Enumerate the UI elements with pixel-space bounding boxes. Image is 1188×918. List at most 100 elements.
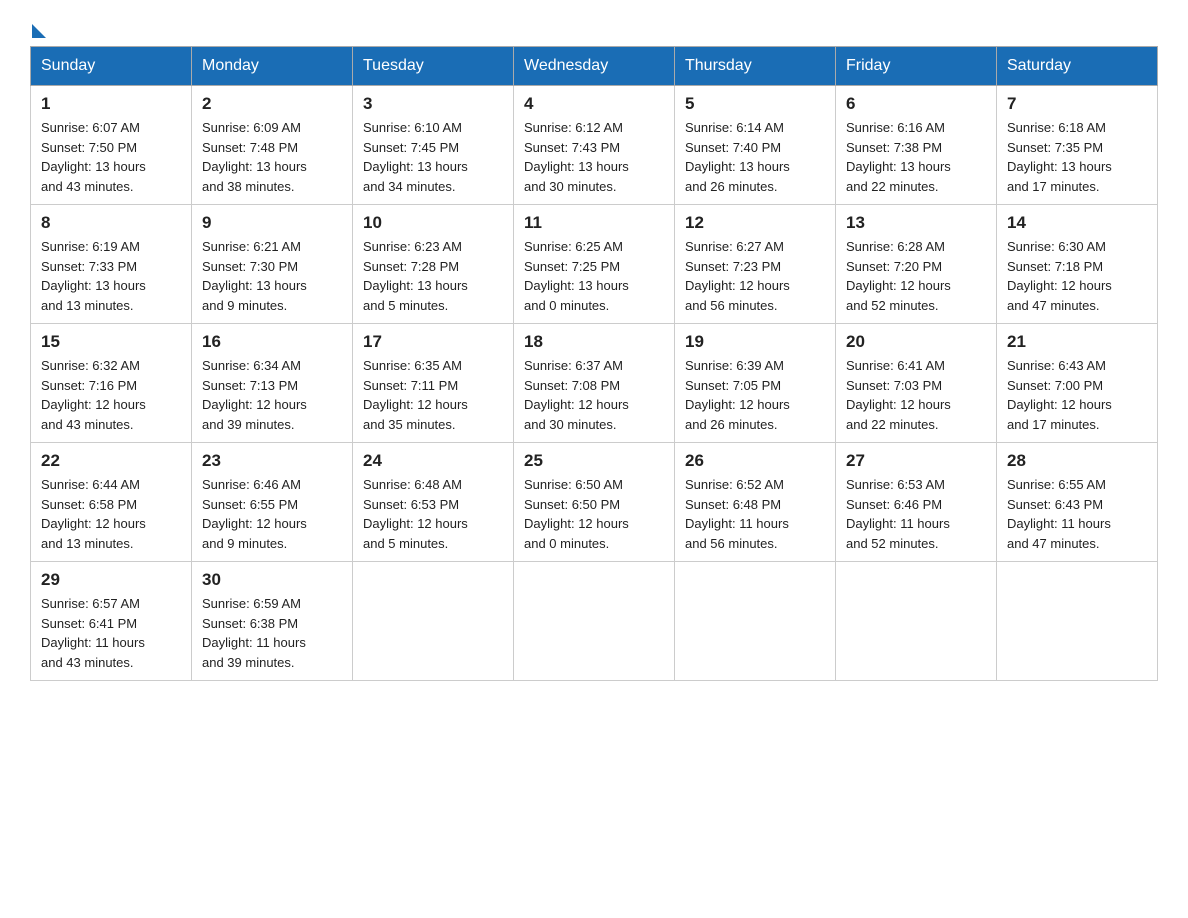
day-info: Sunrise: 6:48 AMSunset: 6:53 PMDaylight:… [363,477,468,551]
day-cell: 17 Sunrise: 6:35 AMSunset: 7:11 PMDaylig… [353,324,514,443]
day-number: 13 [846,213,986,233]
day-number: 9 [202,213,342,233]
day-cell: 2 Sunrise: 6:09 AMSunset: 7:48 PMDayligh… [192,86,353,205]
day-cell: 5 Sunrise: 6:14 AMSunset: 7:40 PMDayligh… [675,86,836,205]
day-cell: 4 Sunrise: 6:12 AMSunset: 7:43 PMDayligh… [514,86,675,205]
day-info: Sunrise: 6:09 AMSunset: 7:48 PMDaylight:… [202,120,307,194]
day-number: 14 [1007,213,1147,233]
day-cell: 28 Sunrise: 6:55 AMSunset: 6:43 PMDaylig… [997,443,1158,562]
column-header-wednesday: Wednesday [514,47,675,86]
calendar-table: SundayMondayTuesdayWednesdayThursdayFrid… [30,46,1158,681]
day-number: 15 [41,332,181,352]
column-header-saturday: Saturday [997,47,1158,86]
day-number: 27 [846,451,986,471]
day-cell [353,562,514,681]
day-number: 22 [41,451,181,471]
day-cell: 20 Sunrise: 6:41 AMSunset: 7:03 PMDaylig… [836,324,997,443]
week-row-3: 15 Sunrise: 6:32 AMSunset: 7:16 PMDaylig… [31,324,1158,443]
day-number: 20 [846,332,986,352]
day-info: Sunrise: 6:18 AMSunset: 7:35 PMDaylight:… [1007,120,1112,194]
day-info: Sunrise: 6:23 AMSunset: 7:28 PMDaylight:… [363,239,468,313]
day-cell: 14 Sunrise: 6:30 AMSunset: 7:18 PMDaylig… [997,205,1158,324]
day-info: Sunrise: 6:39 AMSunset: 7:05 PMDaylight:… [685,358,790,432]
page-header [30,20,1158,36]
day-cell: 8 Sunrise: 6:19 AMSunset: 7:33 PMDayligh… [31,205,192,324]
day-cell: 1 Sunrise: 6:07 AMSunset: 7:50 PMDayligh… [31,86,192,205]
calendar-header-row: SundayMondayTuesdayWednesdayThursdayFrid… [31,47,1158,86]
week-row-2: 8 Sunrise: 6:19 AMSunset: 7:33 PMDayligh… [31,205,1158,324]
day-cell: 18 Sunrise: 6:37 AMSunset: 7:08 PMDaylig… [514,324,675,443]
day-info: Sunrise: 6:19 AMSunset: 7:33 PMDaylight:… [41,239,146,313]
day-info: Sunrise: 6:10 AMSunset: 7:45 PMDaylight:… [363,120,468,194]
column-header-sunday: Sunday [31,47,192,86]
day-info: Sunrise: 6:32 AMSunset: 7:16 PMDaylight:… [41,358,146,432]
day-cell [514,562,675,681]
week-row-1: 1 Sunrise: 6:07 AMSunset: 7:50 PMDayligh… [31,86,1158,205]
day-number: 24 [363,451,503,471]
day-cell: 30 Sunrise: 6:59 AMSunset: 6:38 PMDaylig… [192,562,353,681]
day-info: Sunrise: 6:27 AMSunset: 7:23 PMDaylight:… [685,239,790,313]
day-cell: 9 Sunrise: 6:21 AMSunset: 7:30 PMDayligh… [192,205,353,324]
day-info: Sunrise: 6:55 AMSunset: 6:43 PMDaylight:… [1007,477,1111,551]
day-number: 7 [1007,94,1147,114]
day-cell [675,562,836,681]
day-cell: 6 Sunrise: 6:16 AMSunset: 7:38 PMDayligh… [836,86,997,205]
day-number: 6 [846,94,986,114]
day-cell: 26 Sunrise: 6:52 AMSunset: 6:48 PMDaylig… [675,443,836,562]
day-info: Sunrise: 6:52 AMSunset: 6:48 PMDaylight:… [685,477,789,551]
day-info: Sunrise: 6:16 AMSunset: 7:38 PMDaylight:… [846,120,951,194]
day-cell: 19 Sunrise: 6:39 AMSunset: 7:05 PMDaylig… [675,324,836,443]
day-info: Sunrise: 6:12 AMSunset: 7:43 PMDaylight:… [524,120,629,194]
day-number: 11 [524,213,664,233]
day-info: Sunrise: 6:59 AMSunset: 6:38 PMDaylight:… [202,596,306,670]
day-number: 2 [202,94,342,114]
day-number: 28 [1007,451,1147,471]
day-number: 23 [202,451,342,471]
day-cell: 10 Sunrise: 6:23 AMSunset: 7:28 PMDaylig… [353,205,514,324]
day-number: 10 [363,213,503,233]
day-cell: 21 Sunrise: 6:43 AMSunset: 7:00 PMDaylig… [997,324,1158,443]
day-info: Sunrise: 6:46 AMSunset: 6:55 PMDaylight:… [202,477,307,551]
day-number: 25 [524,451,664,471]
day-info: Sunrise: 6:34 AMSunset: 7:13 PMDaylight:… [202,358,307,432]
logo [30,20,46,36]
day-number: 12 [685,213,825,233]
day-info: Sunrise: 6:43 AMSunset: 7:00 PMDaylight:… [1007,358,1112,432]
day-number: 1 [41,94,181,114]
day-info: Sunrise: 6:28 AMSunset: 7:20 PMDaylight:… [846,239,951,313]
day-number: 16 [202,332,342,352]
column-header-monday: Monday [192,47,353,86]
day-cell: 24 Sunrise: 6:48 AMSunset: 6:53 PMDaylig… [353,443,514,562]
day-number: 8 [41,213,181,233]
day-number: 18 [524,332,664,352]
day-info: Sunrise: 6:53 AMSunset: 6:46 PMDaylight:… [846,477,950,551]
day-cell: 16 Sunrise: 6:34 AMSunset: 7:13 PMDaylig… [192,324,353,443]
day-info: Sunrise: 6:37 AMSunset: 7:08 PMDaylight:… [524,358,629,432]
day-cell [997,562,1158,681]
day-cell: 23 Sunrise: 6:46 AMSunset: 6:55 PMDaylig… [192,443,353,562]
day-info: Sunrise: 6:35 AMSunset: 7:11 PMDaylight:… [363,358,468,432]
day-number: 26 [685,451,825,471]
day-cell: 29 Sunrise: 6:57 AMSunset: 6:41 PMDaylig… [31,562,192,681]
day-number: 21 [1007,332,1147,352]
column-header-tuesday: Tuesday [353,47,514,86]
column-header-friday: Friday [836,47,997,86]
day-cell: 7 Sunrise: 6:18 AMSunset: 7:35 PMDayligh… [997,86,1158,205]
day-info: Sunrise: 6:41 AMSunset: 7:03 PMDaylight:… [846,358,951,432]
day-number: 29 [41,570,181,590]
day-info: Sunrise: 6:30 AMSunset: 7:18 PMDaylight:… [1007,239,1112,313]
column-header-thursday: Thursday [675,47,836,86]
day-cell [836,562,997,681]
day-cell: 27 Sunrise: 6:53 AMSunset: 6:46 PMDaylig… [836,443,997,562]
day-cell: 13 Sunrise: 6:28 AMSunset: 7:20 PMDaylig… [836,205,997,324]
day-number: 3 [363,94,503,114]
day-number: 30 [202,570,342,590]
day-info: Sunrise: 6:14 AMSunset: 7:40 PMDaylight:… [685,120,790,194]
week-row-5: 29 Sunrise: 6:57 AMSunset: 6:41 PMDaylig… [31,562,1158,681]
day-cell: 15 Sunrise: 6:32 AMSunset: 7:16 PMDaylig… [31,324,192,443]
day-cell: 22 Sunrise: 6:44 AMSunset: 6:58 PMDaylig… [31,443,192,562]
day-info: Sunrise: 6:25 AMSunset: 7:25 PMDaylight:… [524,239,629,313]
day-info: Sunrise: 6:50 AMSunset: 6:50 PMDaylight:… [524,477,629,551]
day-number: 5 [685,94,825,114]
day-cell: 11 Sunrise: 6:25 AMSunset: 7:25 PMDaylig… [514,205,675,324]
